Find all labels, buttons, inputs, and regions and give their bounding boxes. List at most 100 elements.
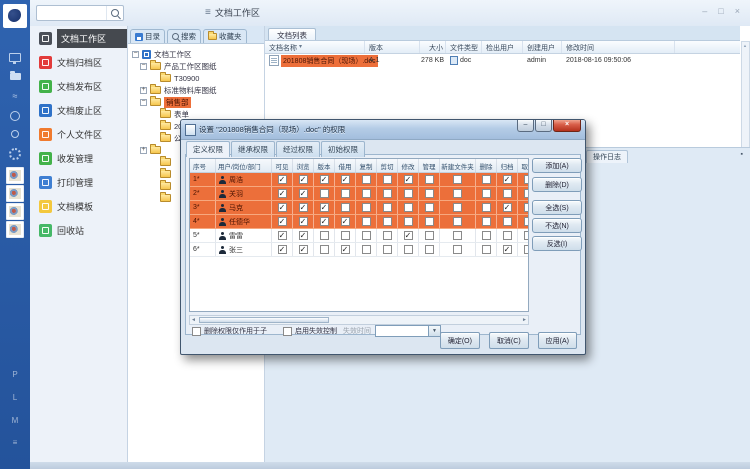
photo-thumbnail[interactable] xyxy=(6,185,24,202)
collapse-icon[interactable] xyxy=(140,99,147,106)
perm-checkbox[interactable] xyxy=(362,203,371,212)
sidebar-item-recycle-bin[interactable]: 回收站 xyxy=(30,218,127,242)
perm-checkbox[interactable] xyxy=(341,189,350,198)
perm-checkbox[interactable] xyxy=(425,231,434,240)
sidebar-item-doc-abolish[interactable]: 文档废止区 xyxy=(30,98,127,122)
perm-checkbox[interactable] xyxy=(453,175,462,184)
perm-checkbox[interactable]: ✓ xyxy=(278,231,287,240)
perm-checkbox[interactable]: ✓ xyxy=(341,245,350,254)
delete-button[interactable]: 删除(D) xyxy=(532,177,582,192)
column-version[interactable]: 版本 xyxy=(365,41,420,53)
perm-checkbox[interactable] xyxy=(383,203,392,212)
perm-checkbox[interactable] xyxy=(453,203,462,212)
scrollbar-thumb[interactable] xyxy=(199,317,329,323)
share-icon[interactable] xyxy=(0,130,30,138)
hamburger-icon[interactable]: ≡ xyxy=(205,8,211,18)
perm-checkbox[interactable]: ✓ xyxy=(341,217,350,226)
perm-checkbox[interactable] xyxy=(482,217,491,226)
tab-pass-permission[interactable]: 经过权限 xyxy=(276,141,320,157)
perm-checkbox[interactable] xyxy=(482,203,491,212)
expand-icon[interactable] xyxy=(140,87,147,94)
apply-button[interactable]: 应用(A) xyxy=(538,332,577,349)
perm-checkbox[interactable]: ✓ xyxy=(299,231,308,240)
perm-checkbox[interactable]: ✓ xyxy=(278,245,287,254)
perm-checkbox[interactable]: ✓ xyxy=(320,203,329,212)
dialog-close-button[interactable]: × xyxy=(553,120,581,132)
expire-time-dropdown[interactable] xyxy=(375,325,441,337)
maximize-button[interactable]: □ xyxy=(718,6,723,16)
permission-row[interactable]: 3* 马克 ✓ ✓ ✓ ✓ xyxy=(190,201,529,215)
folder-icon[interactable] xyxy=(0,73,30,80)
perm-checkbox[interactable]: ✓ xyxy=(299,175,308,184)
perm-checkbox[interactable] xyxy=(524,175,530,184)
sidebar-item-print-manage[interactable]: 打印管理 xyxy=(30,170,127,194)
collapse-icon[interactable] xyxy=(140,63,147,70)
tree-node[interactable]: 产品工作区图纸 xyxy=(130,60,264,72)
perm-checkbox[interactable] xyxy=(425,189,434,198)
perm-checkbox[interactable]: ✓ xyxy=(278,217,287,226)
permission-row[interactable]: 5* 雷雷 ✓ ✓ ✓ xyxy=(190,229,529,243)
permission-row[interactable]: 1* 周浩 ✓ ✓ ✓ ✓ ✓ ✓ xyxy=(190,173,529,187)
perm-checkbox[interactable] xyxy=(404,203,413,212)
tab-initial-permission[interactable]: 初始权限 xyxy=(321,141,365,157)
perm-checkbox[interactable]: ✓ xyxy=(503,245,512,254)
sidebar-item-doc-template[interactable]: 文档模板 xyxy=(30,194,127,218)
enable-expire-checkbox[interactable] xyxy=(283,327,292,336)
pin-icon[interactable]: ▪ xyxy=(741,151,743,158)
perm-checkbox[interactable]: ✓ xyxy=(404,175,413,184)
perm-checkbox[interactable] xyxy=(362,245,371,254)
tree-node-root[interactable]: 文档工作区 xyxy=(130,48,264,60)
perm-checkbox[interactable] xyxy=(404,189,413,198)
invert-select-button[interactable]: 反选(I) xyxy=(532,236,582,251)
perm-checkbox[interactable]: ✓ xyxy=(299,217,308,226)
perm-checkbox[interactable] xyxy=(383,245,392,254)
search-button[interactable] xyxy=(106,6,123,20)
perm-checkbox[interactable]: ✓ xyxy=(278,189,287,198)
perm-checkbox[interactable] xyxy=(524,217,530,226)
tab-inherit-permission[interactable]: 继承权限 xyxy=(231,141,275,157)
perm-checkbox[interactable] xyxy=(524,203,530,212)
column-doc-name[interactable]: 文档名称▾ xyxy=(265,41,365,53)
perm-checkbox[interactable] xyxy=(362,175,371,184)
gear-icon[interactable] xyxy=(0,148,30,160)
perm-checkbox[interactable] xyxy=(383,175,392,184)
monitor-icon[interactable] xyxy=(0,53,30,62)
app-logo[interactable] xyxy=(3,4,27,28)
perm-checkbox[interactable] xyxy=(425,245,434,254)
photo-thumbnail[interactable] xyxy=(6,221,24,238)
sidebar-item-doc-publish[interactable]: 文档发布区 xyxy=(30,74,127,98)
sidebar-item-doc-archive[interactable]: 文档归档区 xyxy=(30,50,127,74)
perm-checkbox[interactable] xyxy=(404,217,413,226)
perm-checkbox[interactable] xyxy=(362,217,371,226)
expand-icon[interactable] xyxy=(140,147,147,154)
perm-checkbox[interactable] xyxy=(383,217,392,226)
photo-thumbnail[interactable] xyxy=(6,167,24,184)
tab-directory[interactable]: 目录 xyxy=(130,29,165,43)
document-row[interactable]: 201808销售合同（现场）.doc A.1 278 KB doc admin … xyxy=(265,54,740,67)
perm-checkbox[interactable] xyxy=(362,231,371,240)
perm-checkbox[interactable] xyxy=(453,217,462,226)
perm-checkbox[interactable]: ✓ xyxy=(278,203,287,212)
tree-node-selected[interactable]: 销售部 xyxy=(130,96,264,108)
perm-checkbox[interactable]: ✓ xyxy=(299,189,308,198)
tab-operation-log[interactable]: 操作日志 xyxy=(586,150,628,163)
tree-node[interactable]: 标准物料库图纸 xyxy=(130,84,264,96)
perm-checkbox[interactable] xyxy=(453,245,462,254)
perm-checkbox[interactable] xyxy=(425,217,434,226)
tab-favorites[interactable]: 收藏夹 xyxy=(203,29,247,43)
perm-checkbox[interactable] xyxy=(320,189,329,198)
select-all-button[interactable]: 全选(S) xyxy=(532,200,582,215)
ok-button[interactable]: 确定(O) xyxy=(440,332,480,349)
perm-checkbox[interactable]: ✓ xyxy=(404,231,413,240)
tab-document-list[interactable]: 文档列表 xyxy=(268,28,316,40)
dialog-minimize-button[interactable]: – xyxy=(517,120,534,132)
horizontal-scrollbar[interactable] xyxy=(189,315,529,325)
add-button[interactable]: 添加(A) xyxy=(532,158,582,173)
permission-row[interactable]: 6* 张三 ✓ ✓ ✓ ✓ xyxy=(190,243,529,257)
perm-checkbox[interactable]: ✓ xyxy=(320,175,329,184)
perm-checkbox[interactable]: ✓ xyxy=(299,245,308,254)
perm-checkbox[interactable] xyxy=(524,245,530,254)
collapse-icon[interactable] xyxy=(132,51,139,58)
perm-checkbox[interactable] xyxy=(404,245,413,254)
doclist-scrollbar[interactable] xyxy=(741,41,750,159)
